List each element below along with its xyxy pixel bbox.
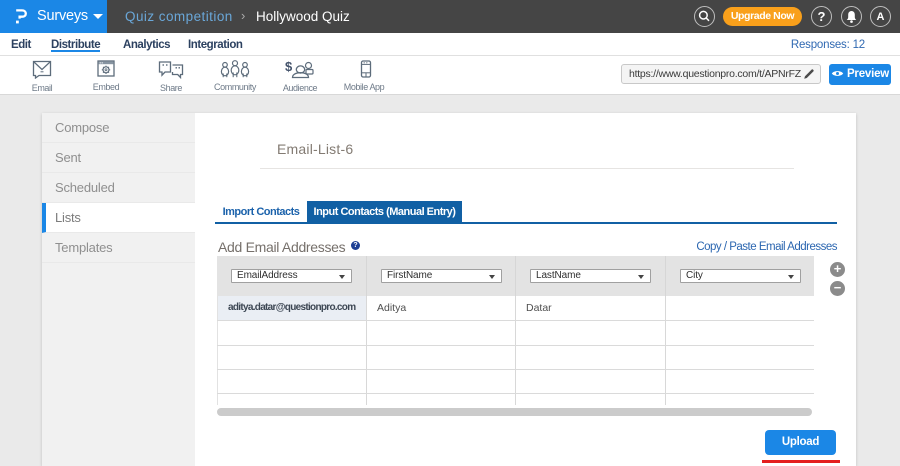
svg-text:$: $ [285, 60, 293, 74]
